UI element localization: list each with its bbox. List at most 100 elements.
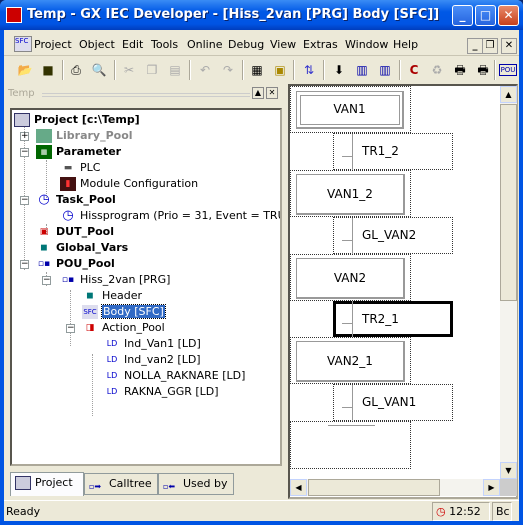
print-icon[interactable]: ⎙ — [67, 61, 85, 79]
sfc-step-cell[interactable]: VAN1_2 — [290, 170, 411, 217]
scroll-thumb[interactable] — [500, 104, 517, 301]
rebuild-icon[interactable]: ♻ — [428, 61, 446, 79]
sfc-step-cell[interactable]: VAN2_1 — [290, 337, 411, 384]
download-icon[interactable]: ⬇ — [330, 61, 348, 79]
ld-icon: LD — [106, 371, 118, 380]
tree-item-header[interactable]: ◼ Header — [82, 288, 142, 304]
sfc-step[interactable]: VAN1_2 — [296, 174, 405, 215]
sfc-step[interactable]: VAN2 — [296, 258, 405, 299]
collapse-toggle[interactable]: − — [20, 260, 29, 269]
sfc-editor[interactable]: VAN1 TR1_2 VAN1_2 GL_VAN2 VAN2 TR2_1 VAN… — [288, 84, 518, 499]
tree-item-hiss-2van[interactable]: ▫▪ Hiss_2van [PRG] — [60, 272, 171, 288]
scroll-left-button[interactable]: ◀ — [290, 479, 307, 496]
compile-icon[interactable]: C — [405, 61, 423, 79]
tree-item-library-pool[interactable]: Library_Pool — [36, 128, 133, 144]
expand-toggle[interactable]: + — [20, 132, 29, 141]
cut-icon[interactable]: ✂ — [120, 61, 138, 79]
collapse-toggle[interactable]: − — [20, 196, 29, 205]
minimize-button[interactable]: _ — [452, 5, 473, 26]
maximize-button[interactable]: □ — [475, 5, 496, 26]
pou-icon[interactable]: POU — [499, 64, 517, 76]
monitor-header-icon[interactable]: ▥ — [376, 61, 394, 79]
open-object-icon[interactable]: ▣ — [271, 61, 289, 79]
scroll-right-button[interactable]: ▶ — [483, 479, 500, 496]
sfc-transition-cell[interactable]: GL_VAN1 — [333, 384, 453, 422]
redo-icon[interactable]: ↷ — [219, 61, 237, 79]
tab-calltree[interactable]: ▫➡ Calltree — [84, 473, 158, 495]
sfc-step-cell[interactable]: VAN1 — [290, 86, 411, 133]
undo-icon[interactable]: ↶ — [196, 61, 214, 79]
menu-window[interactable]: Window — [345, 38, 388, 51]
ld-icon: LD — [106, 339, 118, 348]
sfc-transition[interactable]: GL_VAN1 — [362, 395, 416, 409]
copy-icon[interactable]: ❐ — [143, 61, 161, 79]
panel-close-button[interactable]: ✕ — [266, 87, 278, 99]
tree-item-dut-pool[interactable]: ▣ DUT_Pool — [36, 224, 114, 240]
collapse-toggle[interactable]: − — [66, 324, 75, 333]
plc-offline-icon[interactable]: 🖶 — [474, 61, 492, 79]
tree-item-action[interactable]: LD Ind_van2 [LD] — [104, 352, 201, 368]
tree-item-plc[interactable]: ▬ PLC — [60, 160, 101, 176]
horizontal-scrollbar[interactable]: ◀ ▶ — [290, 479, 500, 496]
tree-item-action[interactable]: LD RAKNA_GGR [LD] — [104, 384, 219, 400]
mdi-restore-button[interactable]: ❐ — [482, 38, 498, 54]
menu-online[interactable]: Online — [187, 38, 222, 51]
panel-grip[interactable] — [42, 93, 250, 97]
paste-icon[interactable]: ▤ — [166, 61, 184, 79]
scroll-corner — [500, 479, 517, 496]
sfc-step[interactable]: VAN2_1 — [296, 341, 405, 382]
menu-object[interactable]: Object — [79, 38, 115, 51]
scroll-down-button[interactable]: ▼ — [500, 462, 517, 479]
tree-item-action-pool[interactable]: ◨ Action_Pool — [82, 320, 165, 336]
title-bar[interactable]: Temp - GX IEC Developer - [Hiss_2van [PR… — [0, 0, 523, 30]
transfer-icon[interactable]: ⇅ — [300, 61, 318, 79]
mdi-close-button[interactable]: ✕ — [501, 38, 517, 54]
collapse-toggle[interactable]: − — [20, 148, 29, 157]
tree-item-action[interactable]: LD NOLLA_RAKNARE [LD] — [104, 368, 246, 384]
sfc-transition[interactable]: TR1_2 — [362, 144, 399, 158]
close-button[interactable]: ✕ — [498, 5, 519, 26]
sfc-step-cell[interactable]: VAN2 — [290, 254, 411, 301]
monitor-icon[interactable]: ▥ — [353, 61, 371, 79]
tab-used-by[interactable]: ▫⬅ Used by — [158, 473, 234, 495]
menu-view[interactable]: View — [270, 38, 296, 51]
sfc-transition[interactable]: GL_VAN2 — [362, 228, 416, 242]
sfc-jump-cell[interactable] — [290, 421, 411, 469]
sfc-initial-step[interactable]: VAN1 — [296, 91, 404, 129]
tree-item-body[interactable]: SFC Body [SFC] — [82, 304, 166, 320]
sfc-transition-cell[interactable]: TR1_2 — [333, 133, 453, 171]
menu-extras[interactable]: Extras — [303, 38, 338, 51]
open-icon[interactable]: 📂 — [16, 61, 34, 79]
sfc-transition-cell[interactable]: GL_VAN2 — [333, 217, 453, 255]
menu-project[interactable]: Project — [34, 38, 72, 51]
tree-item-action[interactable]: LD Ind_Van1 [LD] — [104, 336, 201, 352]
sfc-transition[interactable]: TR2_1 — [362, 312, 399, 326]
menu-help[interactable]: Help — [393, 38, 418, 51]
tree-item-pou-pool[interactable]: ▫▪ POU_Pool — [36, 256, 115, 272]
save-icon[interactable]: ■ — [39, 61, 57, 79]
plc-online-icon[interactable]: 🖶 — [451, 61, 469, 79]
tree-item-global-vars[interactable]: ◼ Global_Vars — [36, 240, 128, 256]
print-preview-icon[interactable]: 🔍 — [90, 61, 108, 79]
panel-float-button[interactable]: ▲ — [252, 87, 264, 99]
scroll-thumb[interactable] — [308, 479, 440, 496]
toolbar-separator — [242, 60, 244, 80]
scroll-up-button[interactable]: ▲ — [500, 86, 517, 103]
menu-edit[interactable]: Edit — [122, 38, 143, 51]
module-icon: ▮ — [60, 177, 76, 191]
menu-debug[interactable]: Debug — [228, 38, 264, 51]
sfc-doc-icon[interactable]: SFC — [14, 36, 32, 52]
tab-project[interactable]: Project — [10, 472, 84, 496]
project-tree[interactable]: Project [c:\Temp] + Library_Pool − ▦ Para… — [10, 108, 282, 466]
tree-item-hissprogram[interactable]: ◷ Hissprogram (Prio = 31, Event = TRUE) — [60, 208, 280, 224]
tree-item-project[interactable]: Project [c:\Temp] — [14, 112, 140, 128]
menu-tools[interactable]: Tools — [151, 38, 178, 51]
tree-item-parameter[interactable]: ▦ Parameter — [36, 144, 121, 160]
tree-item-task-pool[interactable]: ◷ Task_Pool — [36, 192, 116, 208]
properties-icon[interactable]: ▦ — [248, 61, 266, 79]
tree-item-module-configuration[interactable]: ▮ Module Configuration — [60, 176, 198, 192]
collapse-toggle[interactable]: − — [42, 276, 51, 285]
vertical-scrollbar[interactable]: ▲ ▼ — [500, 86, 517, 479]
sfc-transition-cell-selected[interactable]: TR2_1 — [333, 301, 453, 337]
mdi-minimize-button[interactable]: _ — [467, 38, 483, 54]
